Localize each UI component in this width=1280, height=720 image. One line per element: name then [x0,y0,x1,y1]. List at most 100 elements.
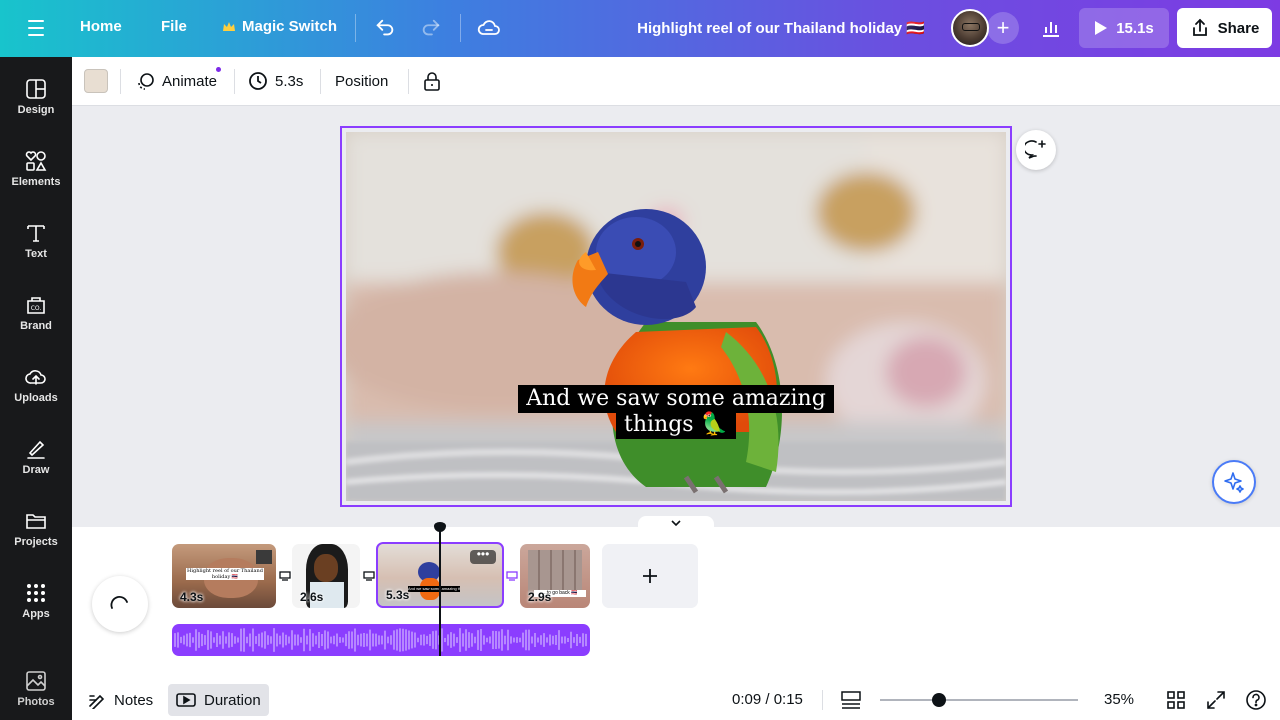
photos-icon [26,671,46,691]
transition-button[interactable] [361,569,377,583]
comment-plus-icon [1025,140,1046,159]
nav-item-photos[interactable]: Photos [0,662,72,720]
color-swatch[interactable] [84,69,108,93]
add-page-button[interactable] [602,544,698,608]
transition-icon [363,571,375,581]
home-link[interactable]: Home [80,18,122,35]
share-upload-icon [1192,18,1207,36]
brand-icon: CO. [27,297,45,314]
zoom-slider-track[interactable] [880,699,1078,701]
collapse-timeline-button[interactable] [638,516,714,530]
magic-switch-button[interactable]: Magic Switch [222,18,337,35]
caption-line-2[interactable]: things 🦜 [346,411,1006,439]
duration-icon [176,693,196,707]
play-duration: 15.1s [1116,19,1154,37]
share-label: Share [1217,19,1260,37]
undo-icon[interactable] [372,15,398,41]
design-title[interactable]: Highlight reel of our Thailand holiday 🇹… [637,19,925,37]
clip-duration: 4.3s [180,590,204,604]
projects-icon [26,514,46,529]
nav-item-design[interactable]: Design [0,70,72,130]
magic-assistant-button[interactable] [1212,460,1256,504]
zoom-level[interactable]: 35% [1104,691,1134,708]
parrot-image [346,132,1006,501]
parrot-photo[interactable]: And we saw some amazing things 🦜 [346,132,1006,501]
plus-icon: + [996,15,1010,40]
transition-button[interactable] [504,569,520,583]
add-comment-button[interactable] [1016,130,1056,170]
audio-track[interactable] [172,624,590,656]
animate-button[interactable]: Animate [135,65,217,97]
timeline-clip[interactable]: Highlight reel of our Thailand holiday 🇹… [172,544,276,608]
insights-button[interactable] [1031,12,1071,44]
pages-grid-icon[interactable] [1164,688,1188,712]
position-button[interactable]: Position [335,65,388,97]
canvas-page[interactable]: And we saw some amazing things 🦜 [340,126,1012,507]
new-badge-dot [216,67,221,72]
nav-label-apps: Apps [22,608,50,620]
nav-item-uploads[interactable]: Uploads [0,358,72,418]
top-bar: Home File Magic Switch Highlight reel of… [0,0,1280,57]
lock-button[interactable] [422,65,442,97]
nav-item-apps[interactable]: Apps [0,574,72,634]
present-play-button[interactable]: 15.1s [1079,8,1169,48]
divider [822,690,823,710]
duration-toggle-button[interactable]: Duration [168,684,269,716]
hamburger-menu-icon[interactable] [22,16,50,40]
apps-icon [27,584,45,602]
notes-button[interactable]: Notes [80,684,161,716]
elements-icon [25,151,47,171]
nav-item-draw[interactable]: Draw [0,430,72,490]
help-icon[interactable] [1244,688,1268,712]
clip-duration: 2.9s [528,590,552,604]
svg-text:CO.: CO. [31,305,42,312]
divider [320,69,321,94]
playhead-line[interactable] [439,524,441,656]
file-menu[interactable]: File [161,18,187,35]
animate-label: Animate [162,72,218,90]
clip-duration: 2.6s [300,590,324,604]
animate-icon [138,73,154,90]
nav-item-elements[interactable]: Elements [0,142,72,202]
duration-toggle-label: Duration [204,691,261,709]
divider [460,14,461,42]
duration-value: 5.3s [275,72,304,90]
design-icon [26,79,46,99]
nav-item-text[interactable]: Text [0,214,72,274]
divider [234,69,235,94]
nav-label-text: Text [25,248,47,260]
chevron-down-icon [671,520,681,527]
clip-title-text: And we saw some amazing things [408,586,460,592]
duration-button[interactable]: 5.3s [248,65,303,97]
divider [355,14,356,42]
add-collaborator-button[interactable]: + [987,12,1019,44]
sparkle-icon [1224,472,1244,493]
fullscreen-icon[interactable] [1204,688,1228,712]
timeline-clip[interactable]: 2.6s [292,544,360,608]
transition-icon [506,571,518,581]
text-icon [27,225,45,242]
cloud-saved-icon[interactable] [476,15,502,41]
bar-chart-icon [1043,22,1059,37]
redo-icon[interactable] [418,15,444,41]
nav-label-design: Design [17,104,55,116]
transition-button[interactable] [277,569,293,583]
uploads-icon [25,370,46,385]
clip-more-options[interactable]: ••• [470,548,496,564]
crown-icon [223,21,235,31]
divider [120,69,121,94]
nav-item-brand[interactable]: CO. Brand [0,286,72,346]
share-button[interactable]: Share [1177,8,1272,48]
nav-label-draw: Draw [22,464,50,476]
side-nav: Design Elements Text CO. Brand Uploads D… [0,57,72,720]
draw-icon [27,440,45,459]
playback-time: 0:09 / 0:15 [732,691,803,708]
spinner-icon [110,596,128,609]
timeline-clip[interactable]: ...to go back 🇹🇭 2.9s [520,544,590,608]
nav-item-projects[interactable]: Projects [0,502,72,562]
grid-view-icon[interactable] [839,688,863,712]
notes-label: Notes [114,691,154,709]
avatar[interactable] [951,9,989,47]
play-icon [1095,21,1108,35]
caption-line-1[interactable]: And we saw some amazing [346,385,1006,413]
